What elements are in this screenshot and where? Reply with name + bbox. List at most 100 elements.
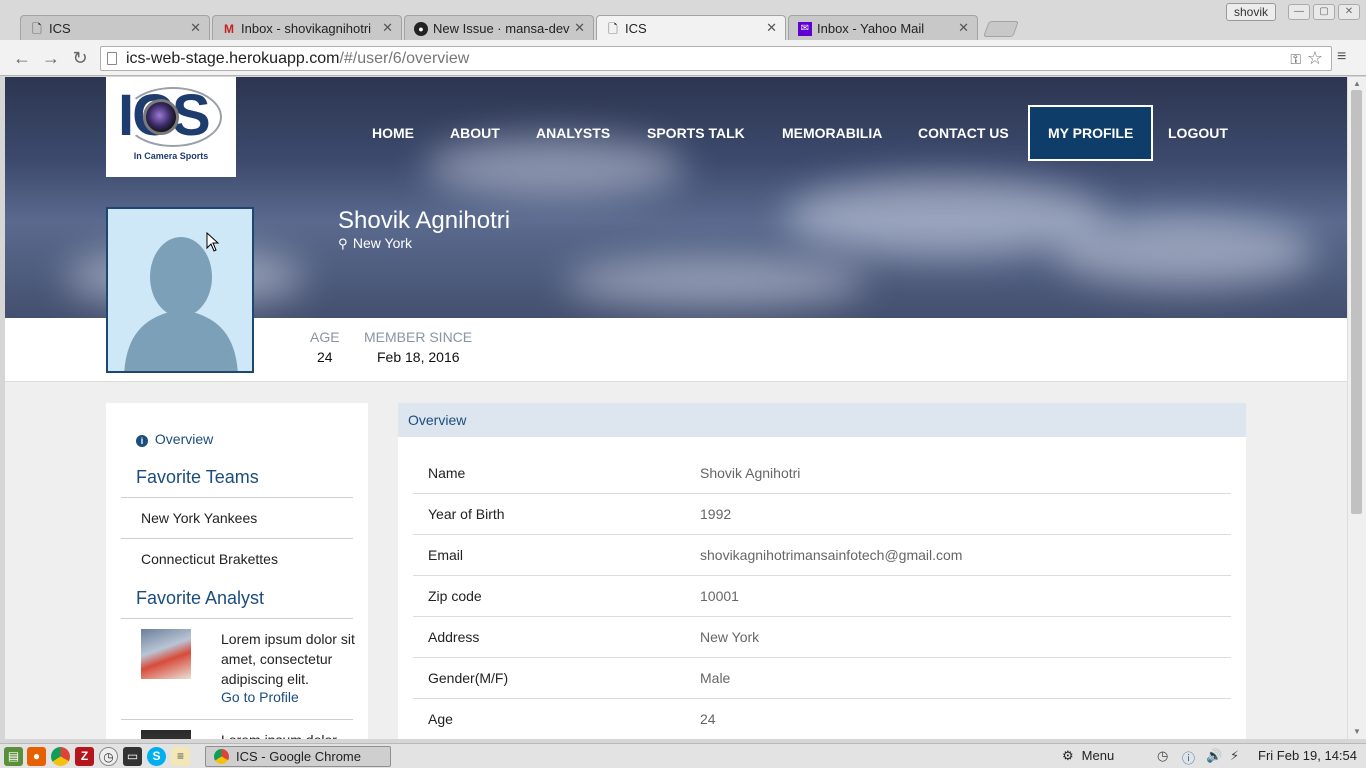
taskbar-window-title: ICS - Google Chrome	[236, 749, 361, 764]
map-pin-icon: ⚲	[338, 236, 348, 251]
default-user-silhouette-icon	[124, 237, 238, 371]
field-value: 1992	[700, 506, 732, 522]
stat-age-label: AGE	[310, 329, 340, 345]
field-label: Age	[428, 711, 453, 727]
field-value: 24	[700, 711, 716, 727]
url-text[interactable]: ics-web-stage.herokuapp.com/#/user/6/ove…	[126, 50, 469, 68]
field-value: 10001	[700, 588, 739, 604]
hamburger-menu-icon[interactable]: ≡	[1337, 49, 1351, 65]
tab-title: ICS	[625, 21, 647, 36]
terminal-icon[interactable]: ▭	[123, 747, 142, 766]
volume-icon[interactable]: 🔊	[1206, 748, 1222, 764]
sidebar-overview-label: Overview	[154, 431, 214, 447]
close-icon[interactable]: ✕	[382, 20, 393, 36]
chrome-icon[interactable]	[51, 747, 70, 766]
chrome-icon	[214, 749, 229, 764]
nav-sports-talk[interactable]: SPORTS TALK	[629, 105, 763, 161]
window-close-icon[interactable]: ✕	[1338, 4, 1360, 20]
forward-arrow-icon[interactable]: →	[40, 48, 62, 68]
analyst-description: Lorem ipsum dolor	[221, 730, 356, 739]
avatar[interactable]	[106, 207, 254, 373]
key-icon[interactable]: ⚿	[1290, 51, 1301, 68]
url-host: ics-web-stage.herokuapp.com	[126, 50, 340, 67]
scroll-down-icon[interactable]: ▼	[1353, 727, 1361, 736]
browser-tab-yahoo[interactable]: ✉ Inbox - Yahoo Mail ✕	[788, 15, 978, 41]
scroll-up-icon[interactable]: ▲	[1353, 79, 1361, 88]
table-row: Gender(M/F) Male	[413, 658, 1231, 699]
nav-about[interactable]: ABOUT	[432, 105, 518, 161]
field-label: Zip code	[428, 588, 482, 604]
page-icon: 🗋	[608, 22, 618, 36]
page-scrollbar[interactable]: ▲ ▼	[1347, 77, 1366, 739]
show-desktop-icon[interactable]: ▤	[4, 747, 23, 766]
page-viewport: ICS In Camera Sports HOME ABOUT ANALYSTS…	[5, 77, 1347, 739]
field-value: Male	[700, 670, 731, 686]
table-row: Name Shovik Agnihotri	[413, 453, 1231, 494]
go-to-profile-link[interactable]: Go to Profile	[221, 689, 299, 705]
nav-memorabilia[interactable]: MEMORABILIA	[764, 105, 900, 161]
nav-logout[interactable]: LOGOUT	[1150, 105, 1246, 161]
stat-age-value: 24	[317, 349, 333, 365]
profile-sidebar: i Overview Favorite Teams New York Yanke…	[106, 403, 368, 739]
stat-member-since-value: Feb 18, 2016	[377, 349, 460, 365]
browser-toolbar: ← → ↻ ics-web-stage.herokuapp.com/#/user…	[0, 40, 1366, 76]
profile-badge[interactable]: shovik	[1226, 3, 1276, 21]
nav-my-profile[interactable]: MY PROFILE	[1028, 105, 1154, 161]
field-value: shovikagnihotrimansainfotech@gmail.com	[700, 547, 963, 563]
firefox-icon[interactable]: ●	[27, 747, 46, 766]
browser-tab-ics[interactable]: 🗋 ICS ✕	[20, 15, 210, 41]
table-row: Year of Birth 1992	[413, 494, 1231, 535]
close-icon[interactable]: ✕	[958, 20, 969, 36]
text-editor-icon[interactable]: ≡	[171, 747, 190, 766]
divider	[121, 497, 353, 498]
analyst-photo[interactable]	[141, 629, 191, 679]
close-icon[interactable]: ✕	[190, 20, 201, 36]
scrollbar-thumb[interactable]	[1351, 90, 1362, 514]
page-icon	[107, 52, 117, 65]
skype-icon[interactable]: S	[147, 747, 166, 766]
browser-tab-gmail[interactable]: M Inbox - shovikagnihotri ✕	[212, 15, 402, 41]
browser-tab-github[interactable]: ● New Issue · mansa-dev ✕	[404, 15, 594, 41]
team-item[interactable]: New York Yankees	[141, 510, 257, 526]
tab-title: New Issue · mansa-dev	[433, 21, 570, 36]
filezilla-icon[interactable]: Z	[75, 747, 94, 766]
table-row: Address New York	[413, 617, 1231, 658]
table-row: Age 24	[413, 699, 1231, 739]
field-label: Name	[428, 465, 466, 481]
field-label: Address	[428, 629, 480, 645]
sidebar-overview-link[interactable]: i Overview	[136, 431, 213, 447]
maximize-icon[interactable]: ▢	[1313, 4, 1335, 20]
address-bar[interactable]: ics-web-stage.herokuapp.com/#/user/6/ove…	[100, 46, 1332, 71]
profile-location: ⚲ New York	[338, 235, 412, 252]
taskbar-clock[interactable]: Fri Feb 19, 14:54	[1258, 748, 1357, 763]
analyst-description: Lorem ipsum dolor sit amet, consectetur …	[221, 631, 355, 687]
nav-analysts[interactable]: ANALYSTS	[518, 105, 628, 161]
analyst-photo[interactable]	[141, 730, 191, 739]
new-tab-button[interactable]	[983, 21, 1019, 37]
info-tray-icon[interactable]: ⓘ	[1182, 748, 1195, 767]
back-arrow-icon[interactable]: ←	[11, 48, 33, 68]
clock-tray-icon[interactable]: ◷	[1157, 748, 1168, 764]
minimize-icon[interactable]: —	[1288, 4, 1310, 20]
divider	[121, 618, 353, 619]
close-icon[interactable]: ✕	[766, 20, 777, 36]
site-logo[interactable]: ICS In Camera Sports	[106, 77, 236, 177]
table-row: Zip code 10001	[413, 576, 1231, 617]
reload-icon[interactable]: ↻	[69, 48, 91, 68]
nav-contact-us[interactable]: CONTACT US	[900, 105, 1027, 161]
taskbar-window-chrome[interactable]: ICS - Google Chrome	[205, 746, 391, 767]
clock-app-icon[interactable]: ◷	[99, 747, 118, 766]
logo-subtitle: In Camera Sports	[133, 151, 209, 161]
info-icon: i	[136, 435, 148, 447]
browser-tab-ics-active[interactable]: 🗋 ICS ✕	[596, 15, 786, 41]
browser-tabstrip: 🗋 ICS ✕ M Inbox - shovikagnihotri ✕ ● Ne…	[0, 0, 1366, 41]
team-item[interactable]: Connecticut Brakettes	[141, 551, 278, 567]
star-icon[interactable]: ☆	[1307, 48, 1323, 69]
network-icon[interactable]: ⚡	[1230, 748, 1239, 764]
close-icon[interactable]: ✕	[574, 20, 585, 36]
field-label: Year of Birth	[428, 506, 505, 522]
nav-home[interactable]: HOME	[354, 105, 432, 161]
camera-lens-icon	[143, 99, 179, 135]
taskbar-menu-button[interactable]: ⚙ Menu	[1062, 748, 1114, 764]
overview-panel: Overview Name Shovik Agnihotri Year of B…	[398, 403, 1246, 739]
